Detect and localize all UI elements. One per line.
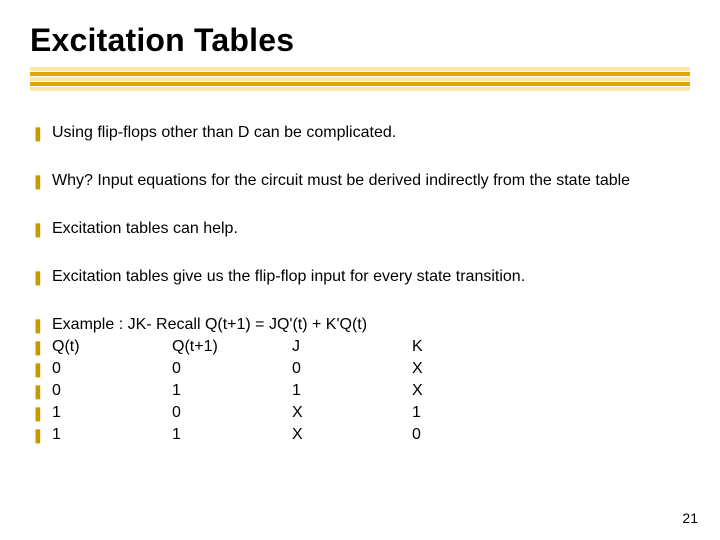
title-underline — [30, 67, 690, 91]
cell: X — [412, 381, 532, 401]
bullet-icon: ❚ — [32, 267, 52, 287]
jk-table-header-row: ❚ Q(t) Q(t+1) J K — [32, 337, 690, 357]
rule-line — [30, 77, 690, 81]
jk-table-cells: 0 0 0 X — [52, 359, 690, 379]
cell: 0 — [52, 381, 172, 401]
bullet-item: ❚ Why? Input equations for the circuit m… — [32, 171, 690, 191]
cell: X — [412, 359, 532, 379]
bullet-item: ❚ Excitation tables give us the flip-flo… — [32, 267, 690, 287]
cell: 0 — [292, 359, 412, 379]
col-header-qt: Q(t) — [52, 337, 172, 357]
jk-table-row: ❚ 0 1 1 X — [32, 381, 690, 401]
bullet-icon: ❚ — [32, 359, 52, 379]
jk-table-row: ❚ 1 0 X 1 — [32, 403, 690, 423]
cell: 1 — [292, 381, 412, 401]
cell: 0 — [172, 403, 292, 423]
content-area: ❚ Using flip-flops other than D can be c… — [30, 123, 690, 445]
rule-line — [30, 87, 690, 91]
slide: Excitation Tables ❚ Using flip-flops oth… — [0, 0, 720, 540]
cell: 1 — [52, 425, 172, 445]
bullet-text: Using flip-flops other than D can be com… — [52, 123, 690, 143]
bullet-icon: ❚ — [32, 337, 52, 357]
bullet-icon: ❚ — [32, 381, 52, 401]
jk-table-cells: 1 0 X 1 — [52, 403, 690, 423]
jk-table-cells: 1 1 X 0 — [52, 425, 690, 445]
cell: 0 — [52, 359, 172, 379]
bullet-icon: ❚ — [32, 171, 52, 191]
cell: 1 — [172, 425, 292, 445]
rule-line — [30, 67, 690, 71]
bullet-text: Why? Input equations for the circuit mus… — [52, 171, 690, 191]
rule-line — [30, 82, 690, 86]
col-header-qt1: Q(t+1) — [172, 337, 292, 357]
cell: 0 — [412, 425, 532, 445]
bullet-icon: ❚ — [32, 425, 52, 445]
page-number: 21 — [682, 510, 698, 526]
cell: X — [292, 425, 412, 445]
bullet-icon: ❚ — [32, 315, 52, 335]
bullet-text: Excitation tables can help. — [52, 219, 690, 239]
bullet-icon: ❚ — [32, 403, 52, 423]
bullet-item-example: ❚ Example : JK- Recall Q(t+1) = JQ'(t) +… — [32, 315, 690, 335]
cell: 1 — [52, 403, 172, 423]
col-header-j: J — [292, 337, 412, 357]
cell: X — [292, 403, 412, 423]
bullet-text: Example : JK- Recall Q(t+1) = JQ'(t) + K… — [52, 315, 690, 335]
rule-line — [30, 72, 690, 76]
jk-table-header: Q(t) Q(t+1) J K — [52, 337, 690, 357]
bullet-item: ❚ Using flip-flops other than D can be c… — [32, 123, 690, 143]
jk-table-row: ❚ 1 1 X 0 — [32, 425, 690, 445]
page-title: Excitation Tables — [30, 22, 690, 59]
jk-table-cells: 0 1 1 X — [52, 381, 690, 401]
jk-table-row: ❚ 0 0 0 X — [32, 359, 690, 379]
bullet-icon: ❚ — [32, 219, 52, 239]
cell: 0 — [172, 359, 292, 379]
cell: 1 — [172, 381, 292, 401]
bullet-icon: ❚ — [32, 123, 52, 143]
cell: 1 — [412, 403, 532, 423]
col-header-k: K — [412, 337, 532, 357]
bullet-item: ❚ Excitation tables can help. — [32, 219, 690, 239]
bullet-text: Excitation tables give us the flip-flop … — [52, 267, 690, 287]
